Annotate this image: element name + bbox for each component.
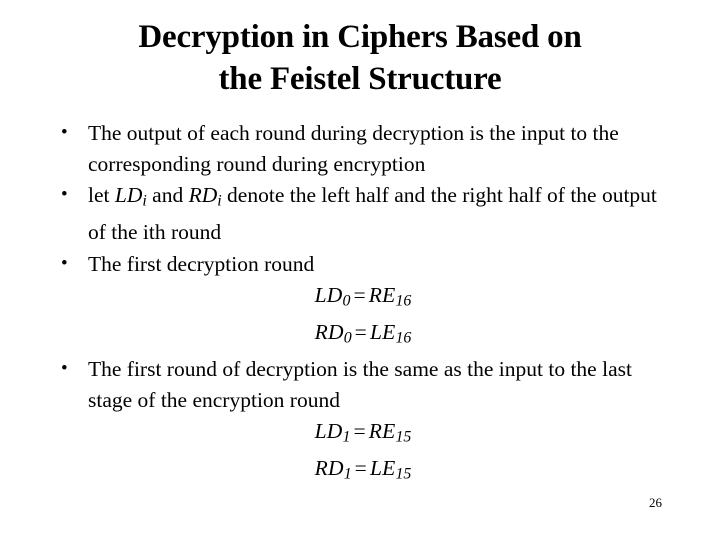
equation-line: LD1 = RE15 [50,416,670,453]
equation-right-base: RE [368,419,396,443]
bullet-item: • The output of each round during decryp… [50,118,670,179]
variable-rd-i: RDi [188,183,222,210]
equals-sign: = [353,419,366,443]
bullet-item: • The first decryption round [50,249,670,280]
equation-right-subscript: 16 [395,329,412,347]
bullet-item: • let LDi and RDi denote the left half a… [50,180,670,248]
slide-body: • The output of each round during decryp… [50,118,670,490]
equation-left-base: LD [314,283,343,307]
equation-right-base: LE [369,456,396,480]
bullet-text: The first round of decryption is the sam… [88,357,632,412]
variable-base: RD [188,183,218,207]
bullet-point-icon: • [61,358,68,379]
equation-left-base: RD [314,320,344,344]
bullet-text: The output of each round during decrypti… [88,121,619,176]
bullet-text: The first decryption round [88,251,315,276]
equation-right-subscript: 15 [395,428,412,446]
equation-left-subscript: 0 [343,329,352,347]
variable-base: LD [114,183,143,207]
bullet-point-icon: • [61,252,68,274]
bullet-text-part: and [146,183,189,207]
bullet-item: • The first round of decryption is the s… [50,354,670,415]
equation-right-base: RE [368,283,396,307]
equation-left-subscript: 1 [343,465,352,483]
equation-line: LD0 = RE16 [50,280,670,317]
equals-sign: = [354,320,367,344]
equation-left-base: LD [314,419,343,443]
equals-sign: = [353,283,366,307]
equation-left-base: RD [314,456,344,480]
bullet-text-part: let [88,183,115,207]
presentation-slide: Decryption in Ciphers Based on the Feist… [0,0,720,540]
slide-title-line-1: Decryption in Ciphers Based on [138,19,582,55]
equals-sign: = [354,456,367,480]
equation-right-subscript: 16 [395,292,412,310]
equation-right-base: LE [369,320,396,344]
equation-line: RD1 = LE15 [50,453,670,490]
bullet-point-icon: • [61,122,68,143]
slide-page-number: 26 [649,495,662,510]
slide-title-line-2: the Feistel Structure [218,61,502,97]
variable-ld-i: LDi [114,183,147,210]
equation-right-subscript: 15 [395,465,412,483]
equation-line: RD0 = LE16 [50,317,670,354]
bullet-text: let LDi and RDi denote the left half and… [88,180,670,248]
slide-title: Decryption in Ciphers Based on the Feist… [36,16,684,100]
bullet-point-icon: • [61,184,68,205]
